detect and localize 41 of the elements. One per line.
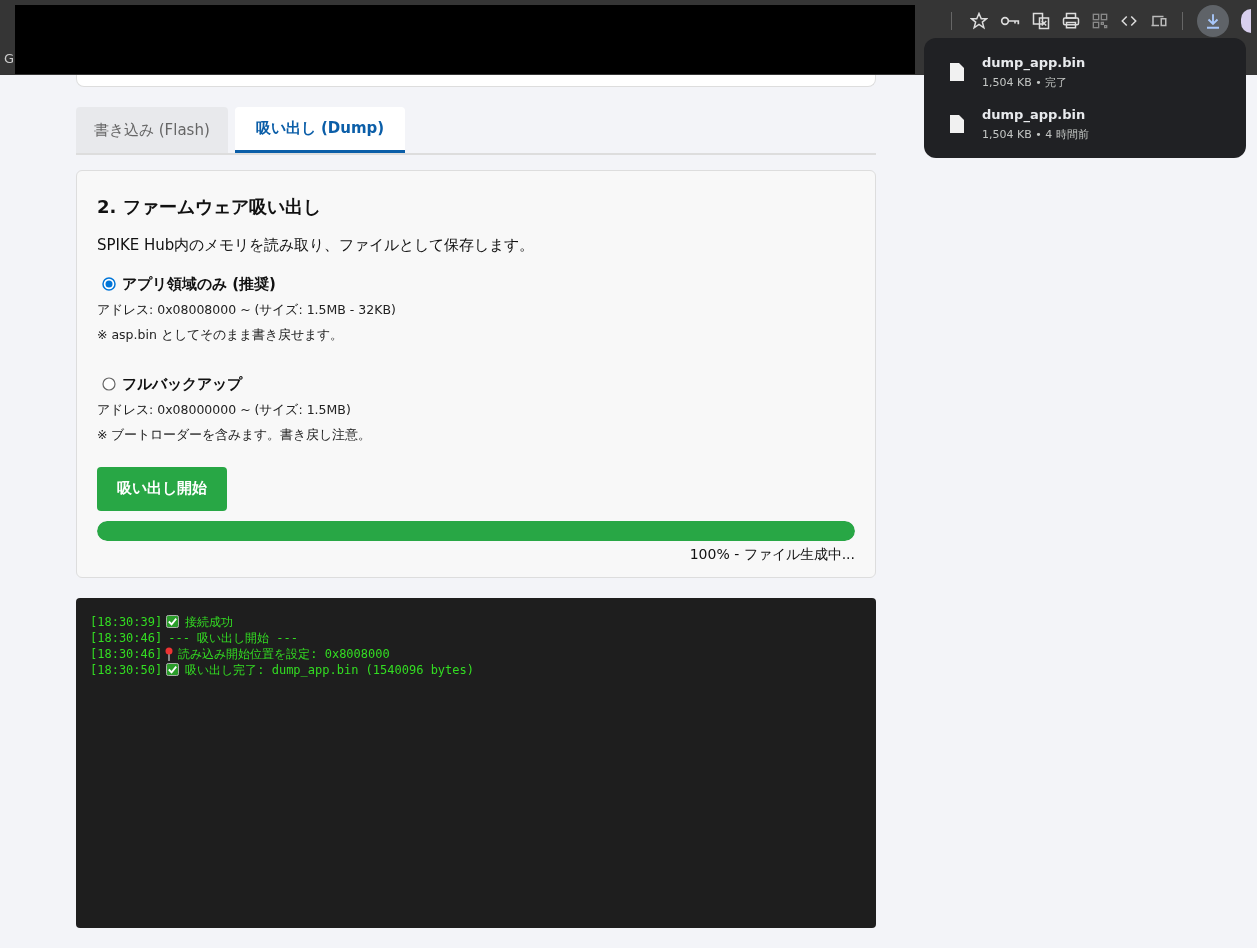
checkmark-icon: [166, 663, 180, 676]
option-address: アドレス: 0x08000000 ~ (サイズ: 1.5MB): [97, 401, 352, 419]
star-icon[interactable]: [970, 12, 988, 30]
option-label[interactable]: フルバックアップ: [122, 372, 242, 395]
download-icon: [1204, 12, 1222, 30]
download-item[interactable]: dump_app.bin 1,504 KB • 完了: [924, 46, 1246, 98]
file-icon: [950, 63, 964, 81]
key-icon[interactable]: [1000, 14, 1020, 28]
profile-avatar[interactable]: [1241, 9, 1251, 33]
download-item[interactable]: dump_app.bin 1,504 KB • 4 時間前: [924, 98, 1246, 150]
progress-text: 100% - ファイル生成中...: [689, 544, 855, 564]
option-note: ※ asp.bin としてそのまま書き戻せます。: [97, 325, 344, 344]
radio-button[interactable]: [102, 376, 116, 391]
qr-code-icon[interactable]: [1092, 13, 1108, 29]
download-filename: dump_app.bin: [982, 54, 1086, 73]
tab[interactable]: 書き込み (Flash): [76, 107, 228, 153]
log-timestamp: [18:30:46]: [90, 629, 163, 646]
option-note: ※ ブートローダーを含みます。書き戻し注意。: [97, 425, 373, 444]
option-address: アドレス: 0x08008000 ~ (サイズ: 1.5MB - 32KB): [97, 301, 397, 319]
log-message: 吸い出し完了: dump_app.bin (1540096 bytes): [185, 661, 474, 678]
download-filename: dump_app.bin: [982, 106, 1087, 125]
print-icon[interactable]: [1062, 12, 1080, 30]
description: SPIKE Hub内のメモリを読み取り、ファイルとして保存します。: [97, 235, 536, 256]
download-status: 1,504 KB • 完了: [982, 74, 1069, 91]
checkmark-icon: [166, 615, 180, 628]
download-button[interactable]: [1197, 5, 1229, 37]
section-title: 2. ファームウェア吸い出し: [97, 195, 322, 219]
log-message: --- 吸い出し開始 ---: [168, 629, 299, 646]
download-status: 1,504 KB • 4 時間前: [982, 126, 1089, 143]
translate-icon[interactable]: [1032, 12, 1050, 30]
log-message: 読み込み開始位置を設定: 0x8008000: [178, 645, 390, 662]
pin-icon: [165, 646, 174, 661]
log-message: 接続成功: [185, 613, 234, 630]
radio-button[interactable]: [102, 276, 116, 291]
log-timestamp: [18:30:50]: [90, 661, 163, 678]
bookmark-label[interactable]: G: [4, 48, 15, 69]
log-timestamp: [18:30:39]: [90, 613, 163, 630]
file-icon: [950, 115, 964, 133]
option-label[interactable]: アプリ領域のみ (推奨): [122, 272, 276, 295]
tab[interactable]: 吸い出し (Dump): [234, 107, 406, 153]
log-timestamp: [18:30:46]: [90, 645, 163, 662]
